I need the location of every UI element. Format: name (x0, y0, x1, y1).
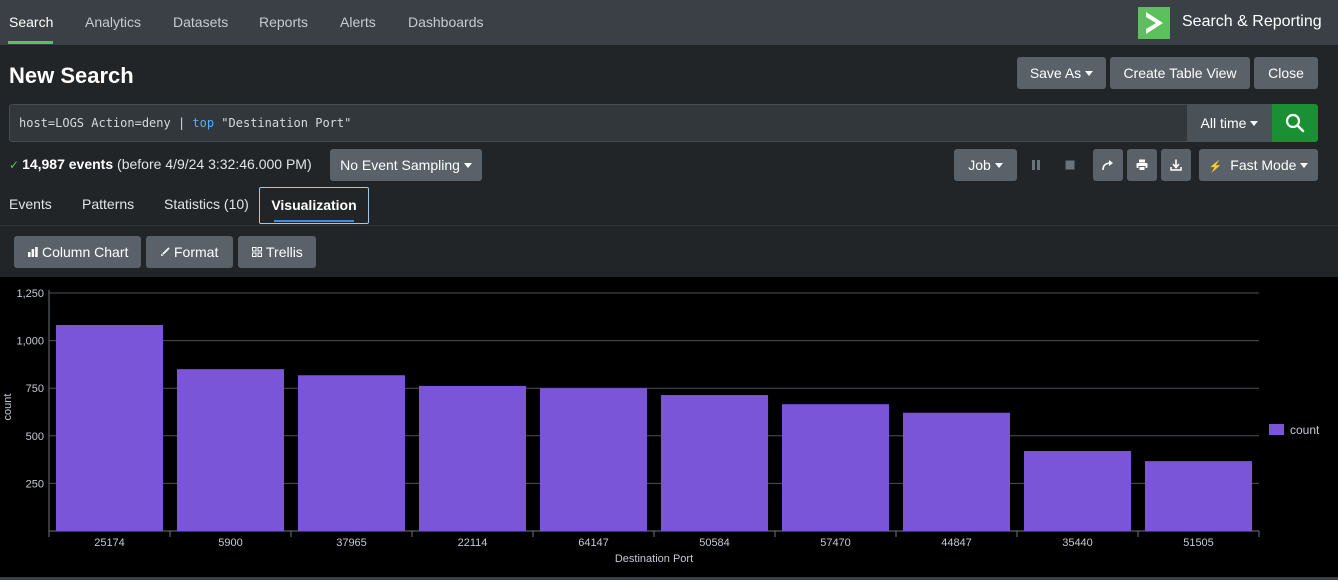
nav-item-search[interactable]: Search (9, 0, 53, 45)
bar (660, 395, 769, 531)
y-tick-label: 1,000 (16, 336, 44, 348)
nav-item-analytics[interactable]: Analytics (85, 0, 141, 45)
bar (781, 404, 890, 531)
x-tick-label: 25174 (94, 537, 125, 549)
x-tick-label: 64147 (578, 537, 609, 549)
caret-down-icon (463, 162, 472, 168)
chart-legend[interactable]: count (1269, 423, 1319, 437)
chevron-right-logo-icon[interactable] (1138, 7, 1170, 39)
lightning-icon: ⚡ (1208, 161, 1223, 173)
bar (297, 375, 406, 531)
pause-icon (1032, 160, 1040, 170)
bar (902, 412, 1011, 531)
legend-label: count (1290, 423, 1320, 437)
magnifier-icon (1285, 113, 1305, 133)
x-tick-label: 35440 (1062, 537, 1093, 549)
bar (539, 388, 648, 531)
y-tick-label: 750 (26, 383, 44, 395)
x-tick-label: 37965 (336, 537, 367, 549)
y-tick-label: 500 (26, 431, 44, 443)
chart-type-button[interactable]: Column Chart (14, 236, 141, 268)
tab-active-indicator (274, 220, 354, 222)
nav-item-datasets[interactable]: Datasets (173, 0, 228, 45)
page-title: New Search (9, 63, 134, 88)
search-mode-dropdown[interactable]: ⚡ Fast Mode (1199, 149, 1318, 181)
stop-button[interactable] (1055, 149, 1085, 181)
x-tick-label: 5900 (218, 537, 242, 549)
y-tick-label: 250 (26, 478, 44, 490)
export-icon (1170, 159, 1182, 171)
x-tick-label: 22114 (458, 537, 488, 549)
app-name[interactable]: Search & Reporting (1182, 13, 1322, 31)
time-range-picker[interactable]: All time (1187, 104, 1272, 142)
event-status: ✓ 14,987 events (before 4/9/24 3:32:46.00… (9, 156, 312, 172)
chart-canvas: 250 500 750 1,000 1,250 25174 5900 37965 22114 64… (2, 288, 1260, 565)
search-input[interactable]: host=LOGS Action=deny | top "Destination… (9, 104, 1187, 142)
search-button[interactable] (1272, 104, 1318, 142)
trellis-grid-icon (252, 247, 262, 257)
visualization-toolbar: Column Chart Format Trellis (0, 225, 1338, 277)
share-button[interactable] (1093, 149, 1123, 181)
job-menu-button[interactable]: Job (954, 149, 1017, 181)
x-tick-label: 50584 (699, 537, 730, 549)
print-icon (1136, 159, 1148, 171)
y-axis-title: count (2, 394, 14, 421)
save-as-button[interactable]: Save As (1017, 57, 1106, 89)
caret-down-icon (994, 162, 1003, 168)
nav-active-indicator (8, 41, 53, 44)
check-icon: ✓ (9, 158, 20, 172)
bar (418, 385, 527, 531)
legend-swatch (1269, 424, 1284, 436)
tab-patterns[interactable]: Patterns (82, 187, 134, 224)
column-chart: 250 500 750 1,000 1,250 25174 5900 37965 22114 64… (0, 277, 1338, 580)
bar (1144, 461, 1253, 531)
event-status-detail: (before 4/9/24 3:32:46.000 PM) (117, 156, 312, 172)
caret-down-icon (1085, 70, 1094, 76)
event-count: 14,987 events (22, 156, 114, 172)
y-tick-label: 1,250 (16, 288, 44, 300)
x-axis-title: Destination Port (615, 553, 693, 565)
search-query-text: host=LOGS Action=deny | top "Destination… (19, 116, 352, 130)
tab-statistics[interactable]: Statistics (10) (164, 187, 249, 224)
export-button[interactable] (1161, 149, 1191, 181)
top-nav: Search Analytics Datasets Reports Alerts… (0, 0, 1338, 45)
caret-down-icon (1300, 162, 1309, 168)
create-table-view-button[interactable]: Create Table View (1110, 57, 1250, 89)
bar (176, 369, 285, 531)
nav-item-reports[interactable]: Reports (259, 0, 308, 45)
caret-down-icon (1250, 120, 1259, 126)
bar (55, 324, 164, 531)
share-icon (1102, 160, 1113, 171)
tab-events[interactable]: Events (9, 187, 52, 224)
bar (1023, 451, 1132, 531)
brush-icon (161, 247, 170, 256)
tab-visualization[interactable]: Visualization (259, 187, 369, 224)
search-panel: New Search Save As Create Table View Clo… (0, 45, 1338, 225)
nav-item-alerts[interactable]: Alerts (340, 0, 376, 45)
print-button[interactable] (1127, 149, 1157, 181)
x-tick-label: 57470 (820, 537, 851, 549)
event-sampling-dropdown[interactable]: No Event Sampling (330, 149, 482, 181)
column-chart-icon (28, 247, 38, 257)
format-button[interactable]: Format (146, 236, 233, 268)
close-button[interactable]: Close (1254, 57, 1318, 89)
stop-icon (1065, 160, 1075, 170)
nav-item-dashboards[interactable]: Dashboards (408, 0, 484, 45)
trellis-button[interactable]: Trellis (238, 236, 316, 268)
x-tick-label: 44847 (941, 537, 972, 549)
x-tick-label: 51505 (1183, 537, 1214, 549)
pause-button[interactable] (1021, 149, 1051, 181)
